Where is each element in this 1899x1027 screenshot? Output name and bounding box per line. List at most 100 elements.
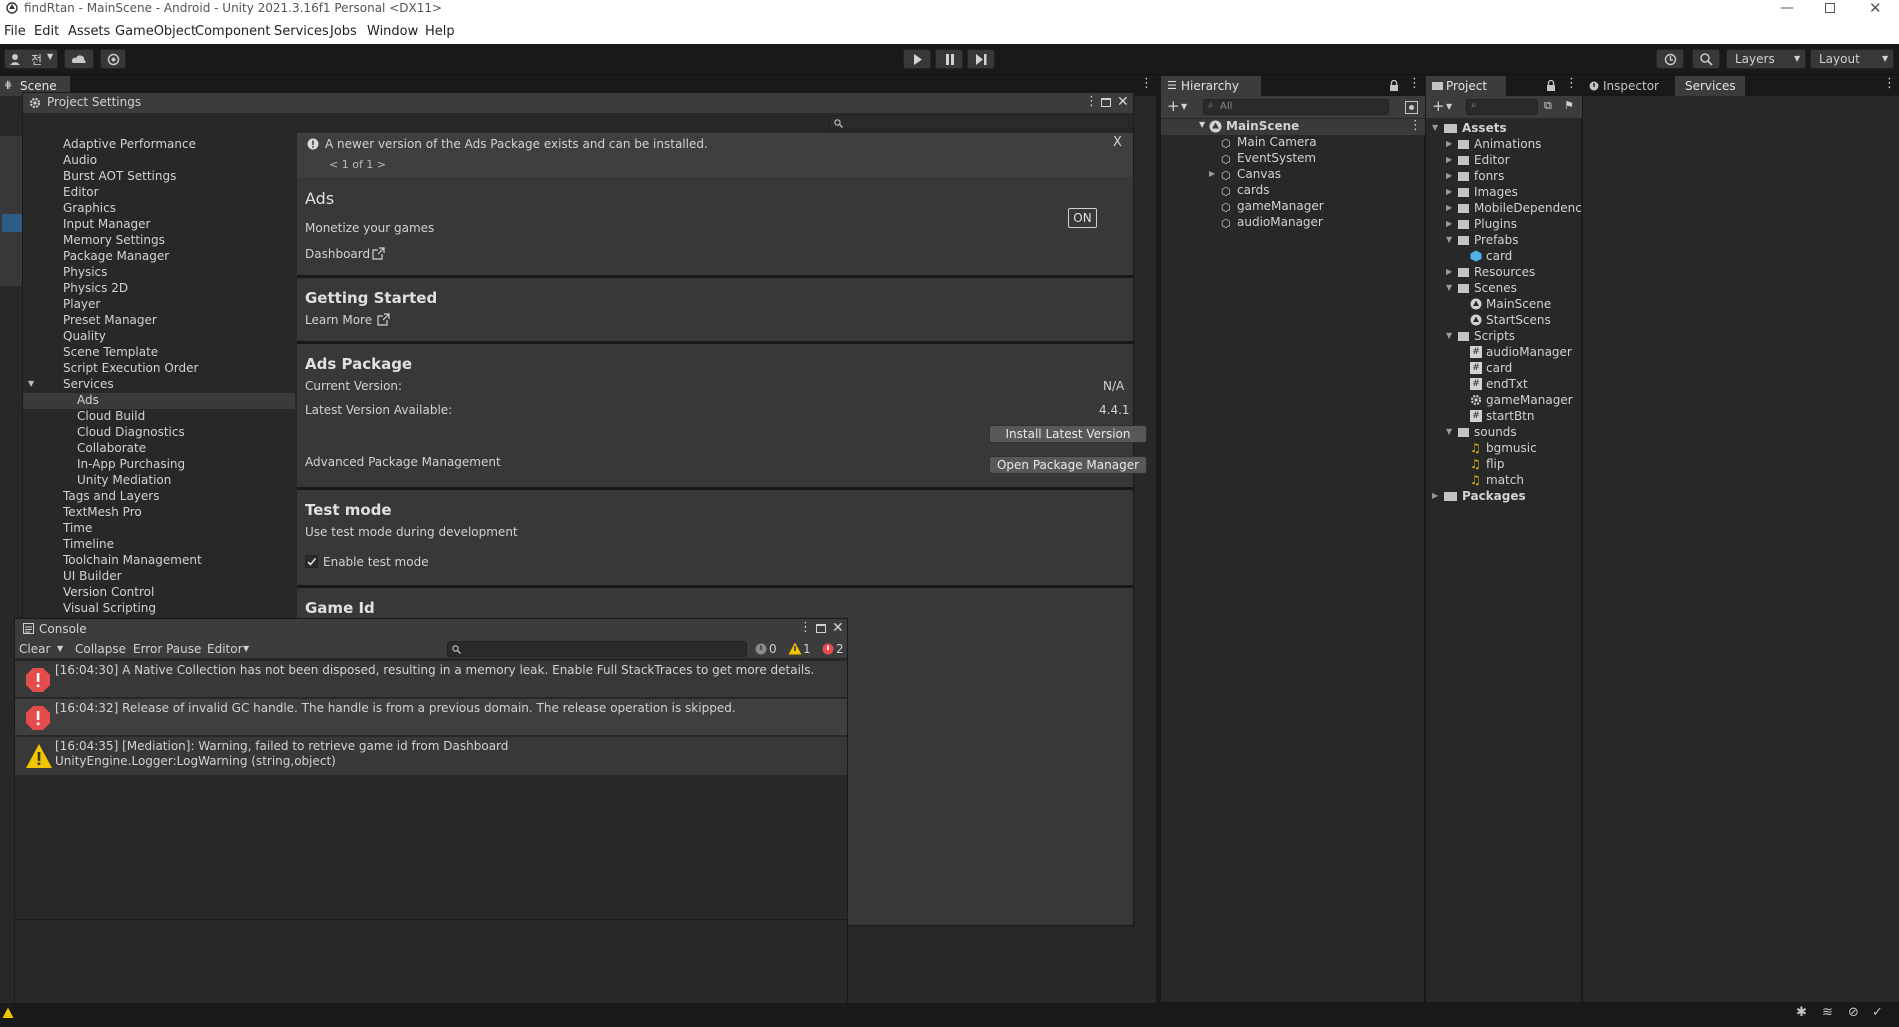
console-entry[interactable]: [16:04:35] [Mediation]: Warning, failed … — [15, 737, 847, 775]
menu-help[interactable]: Help — [425, 24, 455, 39]
sidebar-item-adaptive-performance[interactable]: Adaptive Performance — [63, 137, 196, 151]
sidebar-item-editor[interactable]: Editor — [63, 185, 99, 199]
sidebar-item-visual-scripting[interactable]: Visual Scripting — [63, 601, 156, 615]
more-options-icon[interactable]: ⋮ — [1409, 118, 1422, 133]
tab-inspector[interactable]: Inspector — [1583, 76, 1673, 96]
pause-button[interactable] — [935, 49, 963, 69]
chevron-right-icon[interactable]: ▶ — [1446, 187, 1452, 196]
menu-file[interactable]: File — [4, 24, 26, 39]
step-button[interactable] — [967, 49, 995, 69]
sidebar-item-physics[interactable]: Physics — [63, 265, 107, 279]
sidebar-item-textmesh-pro[interactable]: TextMesh Pro — [63, 505, 142, 519]
project-search-input[interactable]: ⌕ — [1466, 99, 1538, 115]
chevron-down-icon[interactable]: ▼ — [1432, 123, 1438, 132]
menu-edit[interactable]: Edit — [34, 24, 59, 39]
sidebar-item-tags-and-layers[interactable]: Tags and Layers — [63, 489, 159, 503]
sidebar-item-burst[interactable]: Burst AOT Settings — [63, 169, 176, 183]
console-splitter[interactable] — [15, 919, 847, 920]
chevron-down-icon[interactable]: ▼ — [1446, 331, 1452, 340]
more-options-icon[interactable]: ⋮ — [1883, 76, 1896, 91]
sidebar-item-script-execution-order[interactable]: Script Execution Order — [63, 361, 198, 375]
collapse-button[interactable]: Collapse — [75, 642, 126, 656]
add-icon[interactable]: + — [1167, 97, 1180, 115]
chevron-right-icon[interactable]: ▶ — [1446, 203, 1452, 212]
editor-dropdown[interactable]: Editor — [207, 642, 243, 656]
chevron-right-icon[interactable]: ▶ — [1446, 155, 1452, 164]
menu-services[interactable]: Services — [274, 24, 329, 39]
scene-visibility-icon[interactable] — [1405, 101, 1418, 114]
sidebar-item-input-manager[interactable]: Input Manager — [63, 217, 151, 231]
cloud-button[interactable] — [64, 49, 94, 69]
notice-pager[interactable]: < 1 of 1 > — [329, 158, 386, 171]
chevron-right-icon[interactable]: ▶ — [1446, 139, 1452, 148]
tab-hierarchy[interactable]: ☰ Hierarchy — [1161, 76, 1261, 96]
open-package-manager-button[interactable]: Open Package Manager — [989, 456, 1147, 474]
sidebar-item-quality[interactable]: Quality — [63, 329, 106, 343]
close-window-button[interactable]: ✕ — [1869, 0, 1882, 17]
cache-icon[interactable]: ≋ — [1822, 1005, 1833, 1020]
error-pause-button[interactable]: Error Pause — [133, 642, 201, 656]
collab-button[interactable] — [100, 49, 126, 69]
settings-search-input[interactable] — [829, 115, 1129, 131]
sidebar-item-player[interactable]: Player — [63, 297, 100, 311]
console-entry[interactable]: [16:04:32] Release of invalid GC handle.… — [15, 699, 847, 735]
chevron-down-icon[interactable]: ▼ — [1446, 427, 1452, 436]
menu-window[interactable]: Window — [367, 24, 418, 39]
close-icon[interactable]: ✕ — [832, 620, 844, 636]
play-button[interactable] — [903, 49, 931, 69]
sidebar-item-version-control[interactable]: Version Control — [63, 585, 154, 599]
maximize-icon[interactable] — [1101, 98, 1111, 107]
maximize-icon[interactable] — [816, 624, 826, 633]
chevron-down-icon[interactable]: ▼ — [243, 644, 249, 653]
external-link-icon[interactable] — [372, 247, 385, 260]
more-options-icon[interactable]: ⋮ — [1408, 76, 1421, 91]
console-search-input[interactable] — [447, 641, 747, 657]
menu-assets[interactable]: Assets — [68, 24, 110, 39]
account-dropdown[interactable]: 전 ▼ — [4, 49, 58, 69]
more-options-icon[interactable]: ⋮ — [1565, 76, 1578, 91]
dashboard-link[interactable]: Dashboard — [305, 247, 370, 261]
sidebar-item-physics-2d[interactable]: Physics 2D — [63, 281, 128, 295]
sidebar-item-services[interactable]: Services — [63, 377, 114, 391]
chevron-right-icon[interactable]: ▶ — [1209, 169, 1215, 178]
clear-button[interactable]: Clear — [19, 642, 50, 656]
more-options-icon[interactable]: ⋮ — [799, 620, 812, 635]
minimize-button[interactable]: — — [1780, 0, 1794, 16]
sidebar-item-graphics[interactable]: Graphics — [63, 201, 116, 215]
sidebar-item-cloud-build[interactable]: Cloud Build — [77, 409, 145, 423]
layout-dropdown[interactable]: Layout ▼ — [1810, 49, 1894, 69]
chevron-down-icon[interactable]: ▼ — [1181, 102, 1187, 111]
more-options-icon[interactable]: ⋮ — [1140, 76, 1153, 91]
close-icon[interactable]: ✕ — [1117, 94, 1129, 110]
chevron-right-icon[interactable]: ▶ — [1432, 491, 1438, 500]
sidebar-item-ui-builder[interactable]: UI Builder — [63, 569, 122, 583]
chevron-right-icon[interactable]: ▶ — [1446, 267, 1452, 276]
rect-tool-button[interactable] — [2, 214, 22, 232]
lock-icon[interactable] — [1389, 80, 1399, 91]
sidebar-item-toolchain-management[interactable]: Toolchain Management — [63, 553, 202, 567]
search-button[interactable] — [1692, 49, 1720, 69]
sidebar-item-cloud-diagnostics[interactable]: Cloud Diagnostics — [77, 425, 185, 439]
notice-close-button[interactable]: X — [1113, 135, 1122, 150]
network-icon[interactable]: ⊘ — [1848, 1005, 1859, 1020]
chevron-down-icon[interactable]: ▼ — [1446, 283, 1452, 292]
install-latest-button[interactable]: Install Latest Version — [989, 425, 1147, 443]
add-icon[interactable]: + — [1432, 97, 1445, 115]
warning-count-toggle[interactable]: 1 — [787, 641, 817, 657]
external-link-icon[interactable] — [377, 313, 390, 326]
menu-jobs[interactable]: Jobs — [330, 24, 357, 39]
more-options-icon[interactable]: ⋮ — [1085, 94, 1098, 109]
info-count-toggle[interactable]: 0 — [753, 641, 783, 657]
sidebar-item-collaborate[interactable]: Collaborate — [77, 441, 146, 455]
tab-services[interactable]: Services — [1675, 76, 1745, 96]
check-icon[interactable]: ✓ — [1872, 1005, 1883, 1020]
filter-label-icon[interactable]: ⚑ — [1564, 99, 1574, 112]
hierarchy-scene-row[interactable]: ▼ MainScene ⋮ — [1161, 118, 1425, 135]
bug-icon[interactable]: ✱ — [1796, 1005, 1807, 1020]
test-mode-checkbox-label[interactable]: Enable test mode — [323, 555, 429, 569]
chevron-down-icon[interactable]: ▼ — [1446, 102, 1452, 111]
sidebar-item-scene-template[interactable]: Scene Template — [63, 345, 158, 359]
learn-more-link[interactable]: Learn More — [305, 313, 372, 327]
chevron-down-icon[interactable]: ▼ — [57, 644, 63, 653]
sidebar-item-timeline[interactable]: Timeline — [63, 537, 114, 551]
